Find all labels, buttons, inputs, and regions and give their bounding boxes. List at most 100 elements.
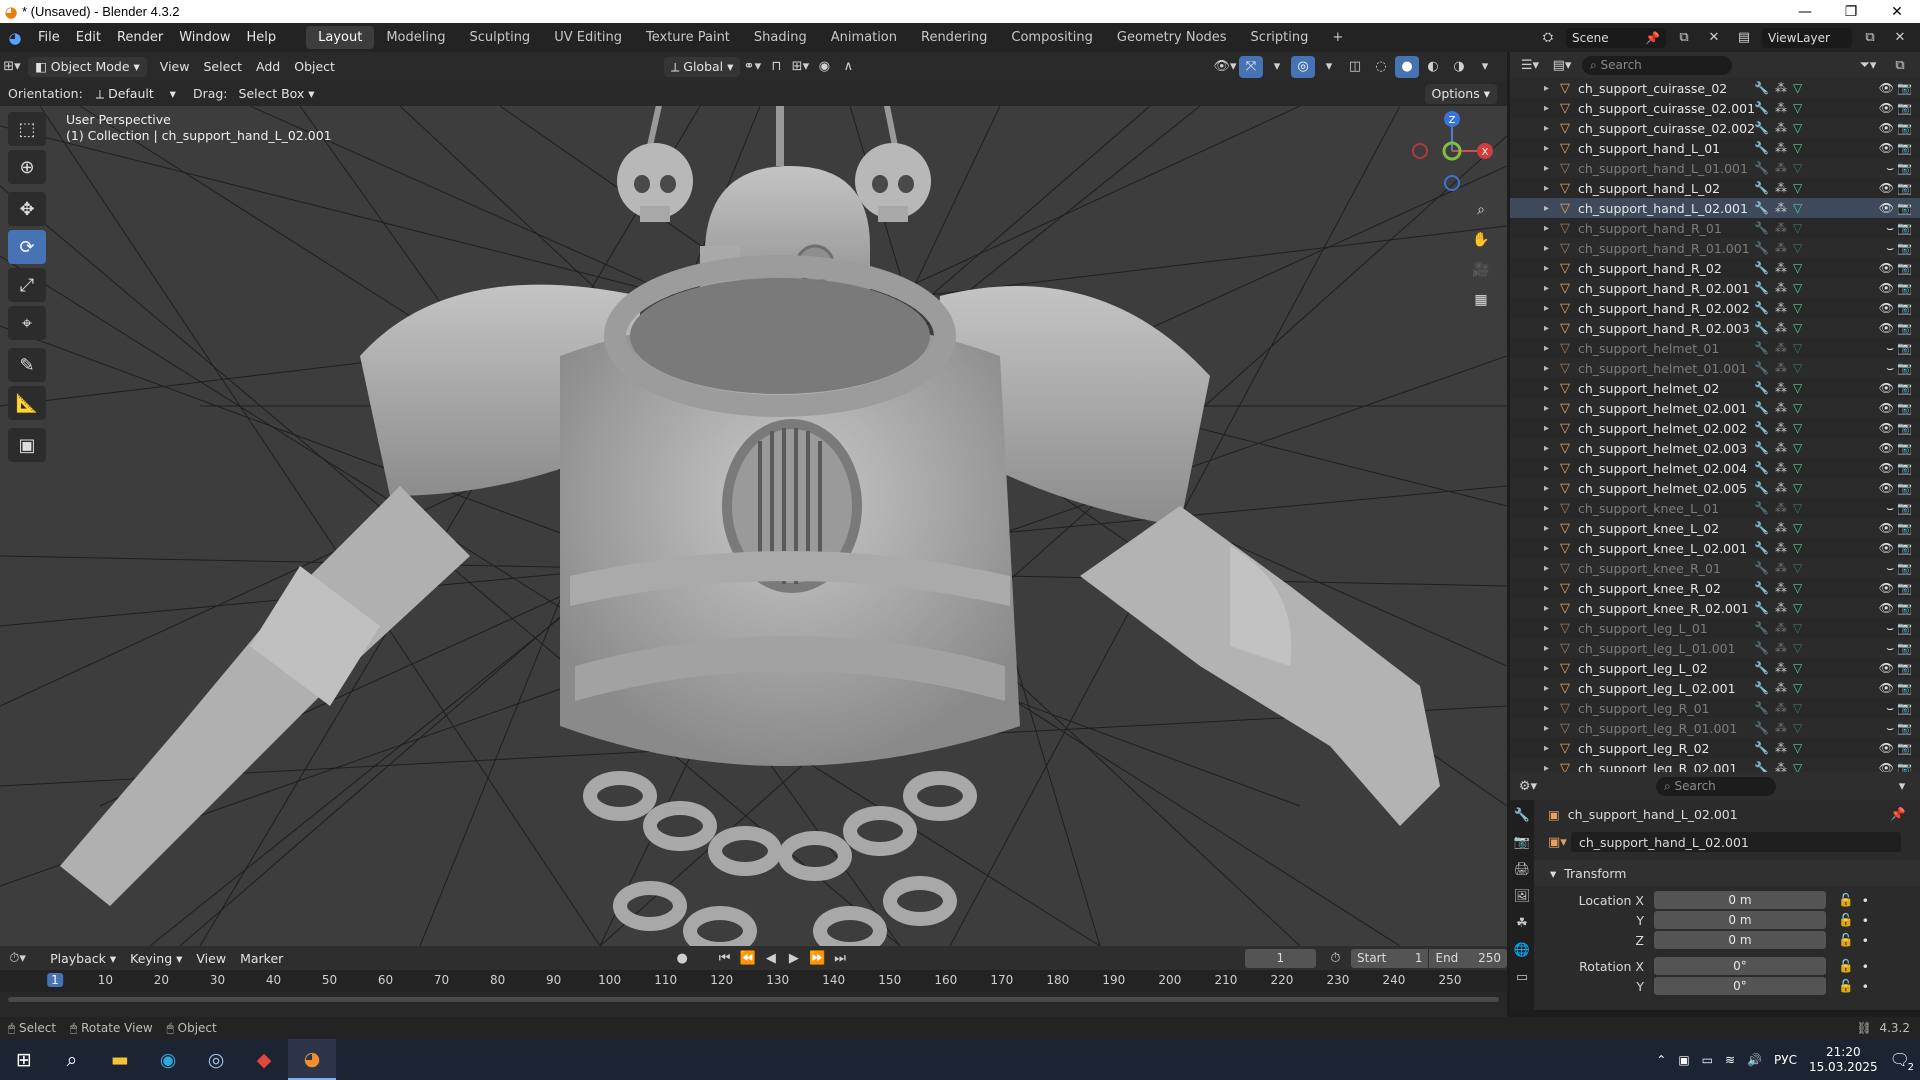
vertex-groups-icon[interactable]: ⁂ bbox=[1775, 81, 1787, 95]
outliner-item[interactable]: ▸ ▽ ch_support_leg_R_02.001 🔧 ⁂ ▽ 👁 📷 bbox=[1510, 758, 1920, 772]
expand-arrow-icon[interactable]: ▸ bbox=[1544, 443, 1560, 454]
edge-browser-icon[interactable]: ◉ bbox=[144, 1039, 192, 1080]
tray-battery-icon[interactable]: ▭ bbox=[1702, 1053, 1713, 1067]
mesh-data-icon[interactable]: ▽ bbox=[1793, 681, 1802, 695]
modifier-icon[interactable]: 🔧 bbox=[1754, 541, 1769, 555]
menu-view[interactable]: View bbox=[153, 57, 197, 77]
scale-tool-icon[interactable]: ⤢ bbox=[8, 268, 46, 302]
visibility-eye-icon[interactable]: 👁 bbox=[1879, 421, 1894, 435]
modifier-icon[interactable]: 🔧 bbox=[1754, 261, 1769, 275]
new-view-layer-icon[interactable]: ⧉ bbox=[1858, 27, 1882, 49]
menu-add[interactable]: Add bbox=[249, 57, 287, 77]
maximize-button[interactable]: ❐ bbox=[1828, 0, 1874, 23]
lock-icon[interactable]: 🔓 bbox=[1838, 958, 1854, 974]
outliner-item[interactable]: ▸ ▽ ch_support_helmet_02.003 🔧 ⁂ ▽ 👁 📷 bbox=[1510, 438, 1920, 458]
outliner-item[interactable]: ▸ ▽ ch_support_hand_L_01 🔧 ⁂ ▽ 👁 📷 bbox=[1510, 138, 1920, 158]
view-layer-selector[interactable]: ViewLayer bbox=[1762, 27, 1852, 48]
app-red-icon[interactable]: ◆ bbox=[240, 1039, 288, 1080]
expand-arrow-icon[interactable]: ▸ bbox=[1544, 303, 1560, 314]
properties-editor-icon[interactable]: ⚙▾ bbox=[1516, 775, 1540, 797]
3d-viewport[interactable]: User Perspective (1) Collection | ch_sup… bbox=[0, 106, 1507, 946]
render-camera-icon[interactable]: 📷 bbox=[1897, 81, 1912, 95]
add-workspace-button[interactable]: + bbox=[1320, 26, 1355, 49]
object-data-icon[interactable]: ▣▾ bbox=[1548, 835, 1571, 850]
tab-layout[interactable]: Layout bbox=[306, 26, 375, 49]
tab-rendering[interactable]: Rendering bbox=[909, 26, 999, 49]
keyframe-dot-icon[interactable]: • bbox=[1862, 913, 1869, 928]
modifier-icon[interactable]: 🔧 bbox=[1754, 281, 1769, 295]
visibility-eye-icon[interactable]: ⌣ bbox=[1886, 701, 1894, 716]
visibility-eye-icon[interactable]: 👁 bbox=[1879, 461, 1894, 475]
render-camera-icon[interactable]: 📷 bbox=[1897, 741, 1912, 755]
visibility-eye-icon[interactable]: 👁 bbox=[1879, 381, 1894, 395]
mesh-data-icon[interactable]: ▽ bbox=[1793, 501, 1802, 515]
transform-tool-icon[interactable]: ⌖ bbox=[8, 306, 46, 340]
vertex-groups-icon[interactable]: ⁂ bbox=[1775, 261, 1787, 275]
camera-view-icon[interactable]: 🎥 bbox=[1467, 256, 1495, 284]
render-camera-icon[interactable]: 📷 bbox=[1897, 401, 1912, 415]
mesh-data-icon[interactable]: ▽ bbox=[1793, 321, 1802, 335]
visibility-eye-icon[interactable]: 👁 bbox=[1879, 121, 1894, 135]
visibility-eye-icon[interactable]: 👁 bbox=[1879, 681, 1894, 695]
mesh-data-icon[interactable]: ▽ bbox=[1793, 261, 1802, 275]
visibility-eye-icon[interactable]: 👁 bbox=[1879, 301, 1894, 315]
render-camera-icon[interactable]: 📷 bbox=[1897, 181, 1912, 195]
end-frame-field[interactable]: End 250 bbox=[1429, 948, 1507, 968]
modifier-icon[interactable]: 🔧 bbox=[1754, 761, 1769, 772]
modifier-icon[interactable]: 🔧 bbox=[1754, 181, 1769, 195]
pin-icon[interactable]: 📌 bbox=[1890, 806, 1906, 822]
transform-value-field[interactable]: 0 m bbox=[1654, 911, 1826, 929]
tab-modeling[interactable]: Modeling bbox=[374, 26, 457, 49]
move-tool-icon[interactable]: ✥ bbox=[8, 192, 46, 226]
outliner-item[interactable]: ▸ ▽ ch_support_knee_L_01 🔧 ⁂ ▽ ⌣ 📷 bbox=[1510, 498, 1920, 518]
mesh-data-icon[interactable]: ▽ bbox=[1793, 361, 1802, 375]
modifier-icon[interactable]: 🔧 bbox=[1754, 81, 1769, 95]
visibility-eye-icon[interactable]: 👁 bbox=[1879, 281, 1894, 295]
select-box-tool-icon[interactable]: ⬚ bbox=[8, 112, 46, 146]
visibility-eye-icon[interactable]: 👁 bbox=[1879, 441, 1894, 455]
visibility-eye-icon[interactable]: 👁 bbox=[1879, 581, 1894, 595]
vertex-groups-icon[interactable]: ⁂ bbox=[1775, 101, 1787, 115]
visibility-eye-icon[interactable]: 👁 bbox=[1879, 761, 1894, 772]
vertex-groups-icon[interactable]: ⁂ bbox=[1775, 481, 1787, 495]
pan-hand-icon[interactable]: ✋ bbox=[1467, 226, 1495, 254]
rendered-shading-icon[interactable]: ◑ bbox=[1447, 56, 1471, 78]
filter-icon[interactable]: ⏷▾ bbox=[1856, 54, 1880, 76]
mesh-data-icon[interactable]: ▽ bbox=[1793, 721, 1802, 735]
outliner-item[interactable]: ▸ ▽ ch_support_cuirasse_02 🔧 ⁂ ▽ 👁 📷 bbox=[1510, 78, 1920, 98]
outliner-item[interactable]: ▸ ▽ ch_support_helmet_02.002 🔧 ⁂ ▽ 👁 📷 bbox=[1510, 418, 1920, 438]
overlay-toggle-icon[interactable]: ◎ bbox=[1291, 55, 1315, 78]
outliner-item[interactable]: ▸ ▽ ch_support_hand_R_02 🔧 ⁂ ▽ 👁 📷 bbox=[1510, 258, 1920, 278]
modifier-icon[interactable]: 🔧 bbox=[1754, 161, 1769, 175]
render-tab-icon[interactable]: 📷 bbox=[1514, 835, 1530, 850]
expand-arrow-icon[interactable]: ▸ bbox=[1544, 503, 1560, 514]
modifier-icon[interactable]: 🔧 bbox=[1754, 101, 1769, 115]
vertex-groups-icon[interactable]: ⁂ bbox=[1775, 161, 1787, 175]
render-camera-icon[interactable]: 📷 bbox=[1897, 261, 1912, 275]
render-camera-icon[interactable]: 📷 bbox=[1897, 641, 1912, 655]
mesh-data-icon[interactable]: ▽ bbox=[1793, 521, 1802, 535]
scene-selector[interactable]: Scene 📌 bbox=[1566, 27, 1666, 48]
render-camera-icon[interactable]: 📷 bbox=[1897, 301, 1912, 315]
modifier-icon[interactable]: 🔧 bbox=[1754, 441, 1769, 455]
render-camera-icon[interactable]: 📷 bbox=[1897, 361, 1912, 375]
outliner-item[interactable]: ▸ ▽ ch_support_hand_R_02.002 🔧 ⁂ ▽ 👁 📷 bbox=[1510, 298, 1920, 318]
play-reverse-icon[interactable]: ◀ bbox=[759, 947, 782, 969]
render-camera-icon[interactable]: 📷 bbox=[1897, 101, 1912, 115]
expand-arrow-icon[interactable]: ▸ bbox=[1544, 583, 1560, 594]
mesh-data-icon[interactable]: ▽ bbox=[1793, 541, 1802, 555]
modifier-icon[interactable]: 🔧 bbox=[1754, 421, 1769, 435]
preview-range-icon[interactable]: ⏱ bbox=[1324, 947, 1347, 969]
vertex-groups-icon[interactable]: ⁂ bbox=[1775, 641, 1787, 655]
new-scene-icon[interactable]: ⧉ bbox=[1672, 27, 1696, 49]
render-camera-icon[interactable]: 📷 bbox=[1897, 221, 1912, 235]
mesh-data-icon[interactable]: ▽ bbox=[1793, 421, 1802, 435]
mesh-data-icon[interactable]: ▽ bbox=[1793, 281, 1802, 295]
modifier-icon[interactable]: 🔧 bbox=[1754, 721, 1769, 735]
mesh-data-icon[interactable]: ▽ bbox=[1793, 601, 1802, 615]
expand-arrow-icon[interactable]: ▸ bbox=[1544, 163, 1560, 174]
tab-texture-paint[interactable]: Texture Paint bbox=[634, 26, 742, 49]
vertex-groups-icon[interactable]: ⁂ bbox=[1775, 681, 1787, 695]
measure-tool-icon[interactable]: 📐 bbox=[8, 386, 46, 420]
tray-chevron-icon[interactable]: ⌃ bbox=[1656, 1053, 1666, 1067]
